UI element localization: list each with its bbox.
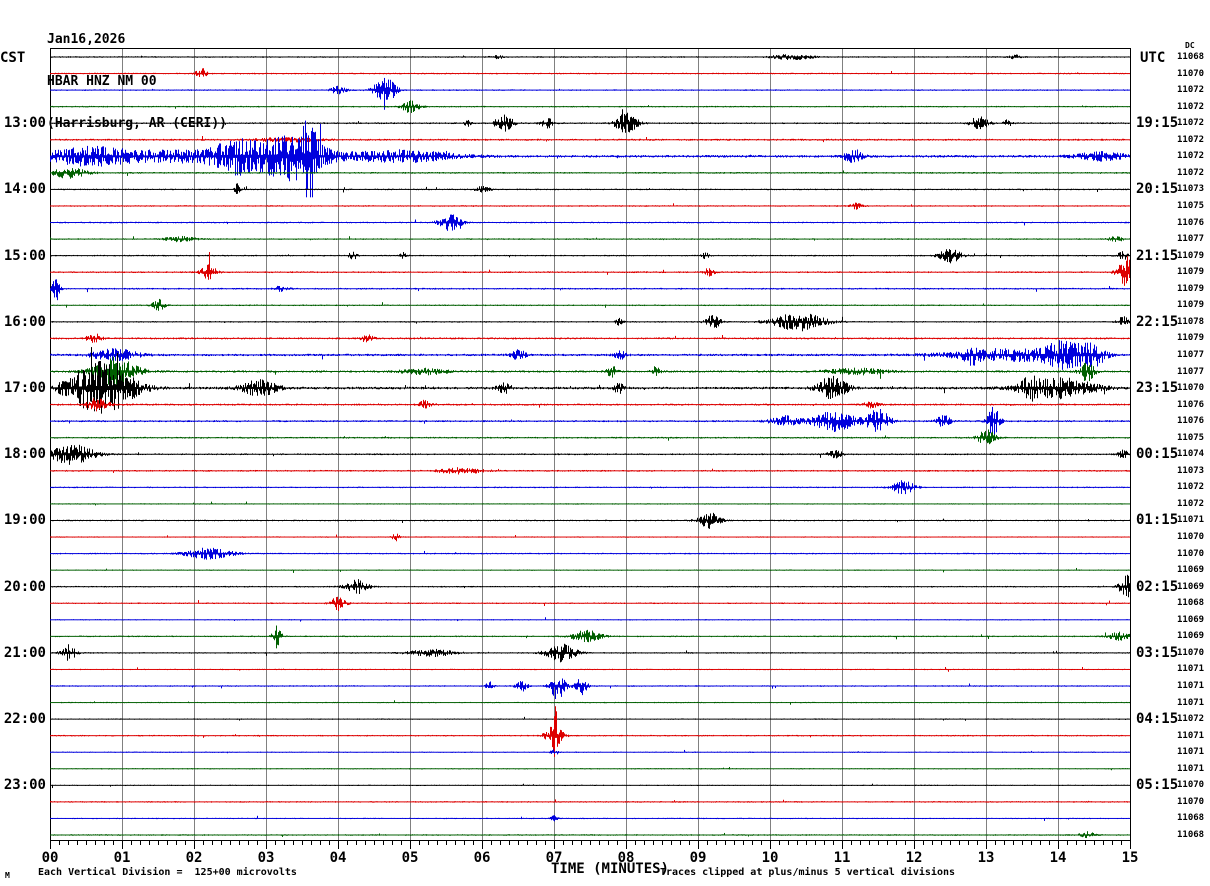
minute-tick-label: 03 (257, 850, 275, 866)
dc-value: 11077 (1177, 349, 1205, 360)
dc-value: 11074 (1177, 449, 1205, 460)
dc-value: 11077 (1177, 366, 1205, 377)
minute-tick-label: 06 (473, 850, 491, 866)
cst-hour-label: 16:00 (3, 313, 46, 330)
cst-hour-label: 14:00 (3, 181, 46, 198)
dc-value: 11070 (1177, 647, 1205, 658)
dc-column-header: DC (1185, 41, 1195, 50)
cst-hour-label: 15:00 (3, 247, 46, 264)
dc-value: 11068 (1177, 830, 1205, 840)
dc-value: 11072 (1177, 85, 1205, 96)
dc-value: 11075 (1177, 432, 1205, 443)
dc-value: 11070 (1177, 532, 1205, 543)
dc-value: 11076 (1177, 217, 1205, 228)
dc-value: 11071 (1177, 681, 1205, 692)
dc-value: 11079 (1177, 300, 1205, 311)
minute-tick-label: 14 (1049, 850, 1067, 866)
dc-value: 11072 (1177, 167, 1205, 178)
scale-note: Each Vertical Division = 125+00 microvol… (38, 867, 297, 878)
cst-hour-label: 18:00 (3, 446, 46, 463)
cst-hour-label: 20:00 (3, 578, 46, 595)
x-axis-title: TIME (MINUTES) (550, 861, 669, 877)
minute-tick-label: 12 (905, 850, 923, 866)
plot-header: Jan16,2026 HBAR HNZ NM 00 (Harrisburg, A… (47, 5, 227, 145)
utc-axis-header: UTC (1140, 50, 1166, 66)
minute-tick-label: 02 (185, 850, 203, 866)
clip-note: Traces clipped at plus/minus 5 vertical … (660, 867, 956, 878)
header-station-code: HBAR HNZ NM 00 (47, 74, 157, 89)
dc-value: 11071 (1177, 664, 1205, 675)
dc-value: 11079 (1177, 267, 1205, 278)
dc-value: 11079 (1177, 333, 1205, 344)
dc-value: 11070 (1177, 383, 1205, 394)
cst-hour-label: 19:00 (3, 512, 46, 529)
minute-tick-label: 01 (113, 850, 131, 866)
minute-tick-label: 13 (977, 850, 995, 866)
dc-value: 11068 (1177, 52, 1205, 62)
dc-value: 11072 (1177, 134, 1205, 145)
minute-tick-label: 10 (761, 850, 779, 866)
dc-value: 11072 (1177, 101, 1205, 112)
dc-value: 11077 (1177, 234, 1205, 245)
dc-value: 11076 (1177, 399, 1205, 410)
dc-value: 11072 (1177, 118, 1205, 129)
dc-value: 11079 (1177, 283, 1205, 294)
dc-value: 11072 (1177, 151, 1205, 162)
dc-value: 11072 (1177, 498, 1205, 509)
dc-value: 11078 (1177, 316, 1205, 327)
dc-value: 11070 (1177, 68, 1205, 79)
dc-value: 11071 (1177, 730, 1205, 741)
dc-value: 11073 (1177, 465, 1205, 476)
dc-value: 11073 (1177, 184, 1205, 195)
dc-value: 11069 (1177, 614, 1205, 625)
minute-tick-label: 09 (689, 850, 707, 866)
cst-hour-label: 21:00 (3, 644, 46, 661)
minute-tick-label: 04 (329, 850, 347, 866)
dc-value: 11069 (1177, 565, 1205, 576)
dc-value: 11076 (1177, 416, 1205, 427)
corner-mark: M (5, 871, 10, 880)
dc-value: 11071 (1177, 763, 1205, 774)
dc-value: 11072 (1177, 482, 1205, 493)
dc-value: 11071 (1177, 697, 1205, 708)
cst-axis-header: CST (0, 50, 26, 66)
minute-tick-label: 05 (401, 850, 419, 866)
dc-value: 11070 (1177, 780, 1205, 791)
cst-hour-label: 13:00 (3, 115, 46, 132)
cst-hour-label: 22:00 (3, 711, 46, 728)
dc-value: 11071 (1177, 747, 1205, 758)
dc-value: 11075 (1177, 200, 1205, 211)
dc-value: 11070 (1177, 796, 1205, 807)
dc-value: 11069 (1177, 581, 1205, 592)
cst-hour-label: 17:00 (3, 380, 46, 397)
dc-value: 11071 (1177, 515, 1205, 526)
minute-tick-label: 11 (833, 850, 851, 866)
minute-tick-label: 00 (41, 850, 59, 866)
dc-value: 11068 (1177, 598, 1205, 609)
cst-hour-label: 23:00 (3, 777, 46, 794)
dc-value: 11079 (1177, 250, 1205, 261)
minute-tick-label: 15 (1121, 850, 1139, 866)
dc-value: 11072 (1177, 714, 1205, 725)
header-station-location: (Harrisburg, AR (CERI)) (47, 116, 228, 131)
dc-value: 11069 (1177, 631, 1205, 642)
dc-value: 11070 (1177, 548, 1205, 559)
dc-value: 11068 (1177, 813, 1205, 824)
header-date: Jan16,2026 (47, 32, 126, 47)
